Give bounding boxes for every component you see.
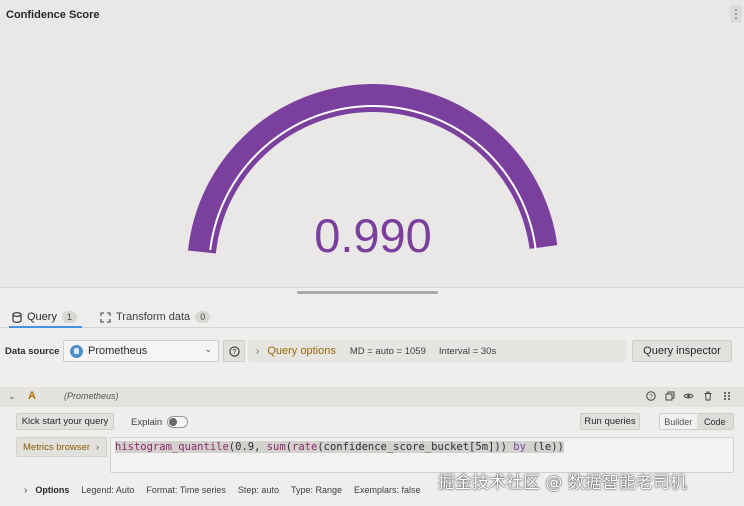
explain-toggle[interactable]	[167, 416, 188, 428]
expr-fn-sum: sum	[266, 441, 286, 453]
chevron-right-icon: ›	[96, 441, 100, 453]
tab-query-count: 1	[61, 311, 77, 323]
query-ref-id[interactable]: A	[28, 390, 36, 402]
query-datasource-name: (Prometheus)	[64, 391, 119, 401]
editor-mode-switch: Builder Code	[659, 413, 734, 430]
explain-label: Explain	[131, 417, 163, 428]
options-legend: Legend: Auto	[81, 485, 135, 495]
editor-tabs: Query 1 Transform data 0	[0, 300, 744, 328]
tab-transform[interactable]: Transform data 0	[100, 306, 211, 328]
query-options-toggle[interactable]: › Query options MD = auto = 1059 Interva…	[248, 340, 626, 362]
options-type: Type: Range	[290, 485, 343, 495]
query-options-interval: Interval = 30s	[438, 345, 497, 357]
gauge-value: 0.990	[314, 209, 432, 262]
tab-transform-label: Transform data	[116, 311, 191, 323]
query-inspector-button[interactable]: Query inspector	[632, 340, 732, 362]
expr-part: (0.9,	[228, 441, 267, 453]
mode-builder[interactable]: Builder	[660, 414, 697, 429]
database-icon	[12, 311, 22, 323]
query-options-md: MD = auto = 1059	[349, 345, 426, 357]
drag-handle-icon[interactable]	[721, 390, 732, 401]
duplicate-icon[interactable]	[664, 390, 675, 401]
eye-icon[interactable]	[683, 390, 694, 401]
datasource-selected: Prometheus	[88, 345, 148, 357]
metrics-browser-label: Metrics browser	[23, 441, 91, 453]
mode-code[interactable]: Code	[696, 414, 733, 429]
svg-text:?: ?	[232, 349, 236, 356]
tab-query-label: Query	[27, 311, 57, 323]
expr-part: (le))	[525, 441, 564, 453]
run-queries-button[interactable]: Run queries	[580, 413, 640, 430]
datasource-picker[interactable]: Prometheus ⌄	[63, 340, 219, 362]
tab-query[interactable]: Query 1	[9, 306, 82, 328]
query-row-actions: ?	[645, 390, 732, 401]
help-icon[interactable]: ?	[645, 390, 656, 401]
svg-text:?: ?	[649, 393, 653, 400]
options-exemplars: Exemplars: false	[354, 485, 421, 495]
gauge-chart: 0.990	[188, 84, 558, 262]
watermark-text: 掘金技术社区 @ 数据智能老司机	[438, 473, 687, 493]
panel-resize-handle[interactable]	[297, 291, 438, 294]
transform-icon	[100, 311, 111, 323]
chevron-right-icon: ›	[256, 345, 260, 357]
expr-keyword-by: by	[513, 441, 526, 453]
trash-icon[interactable]	[702, 390, 713, 401]
expr-fn-histogram: histogram_quantile	[115, 441, 229, 453]
chevron-down-icon: ⌄	[204, 344, 212, 354]
prometheus-logo	[70, 344, 83, 358]
query-options-title: Query options	[267, 345, 336, 357]
tab-transform-count: 0	[195, 311, 211, 323]
options-step: Step: auto	[237, 485, 279, 495]
expr-fn-rate: rate	[292, 441, 318, 453]
datasource-label: Data source	[5, 346, 60, 357]
expr-part: (confidence_score_bucket[5m]))	[317, 441, 514, 453]
chevron-right-icon: ›	[24, 484, 28, 496]
kick-start-button[interactable]: Kick start your query	[16, 413, 114, 430]
options-format: Format: Time series	[146, 485, 226, 495]
gauge-panel: Confidence Score ⋮ 0.990	[0, 0, 744, 288]
question-circle-icon[interactable]: ?	[223, 340, 245, 362]
chevron-down-icon[interactable]: ⌄	[8, 391, 16, 402]
query-row-header: ⌄ A (Prometheus) ?	[0, 387, 744, 407]
metrics-browser-button[interactable]: Metrics browser ›	[16, 437, 107, 457]
options-title: Options	[35, 485, 70, 495]
